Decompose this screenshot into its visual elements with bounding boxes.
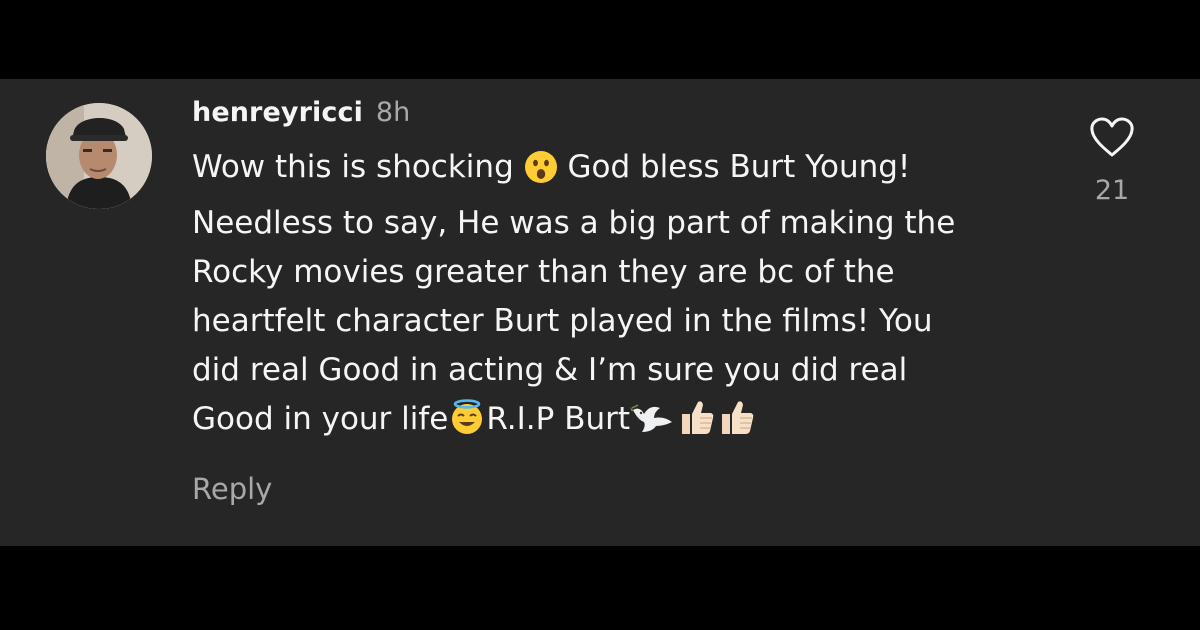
comment-text: Wow this is shocking God bless Burt Youn… — [192, 143, 1062, 451]
screenshot-frame: henreyricci 8h Wow this is shocking God … — [0, 0, 1200, 630]
comment-panel: henreyricci 8h Wow this is shocking God … — [0, 79, 1200, 546]
username[interactable]: henreyricci — [192, 97, 363, 128]
comment-meta: henreyricci 8h — [192, 97, 1072, 141]
comment-line: heartfelt character Burt played in the f… — [192, 303, 933, 339]
dove-emoji-icon — [630, 402, 676, 451]
thumbs-up-light-skin-emoji-icon — [716, 398, 756, 451]
comment-content: henreyricci 8h Wow this is shocking God … — [192, 97, 1072, 506]
comment-text-segment: R.I.P Burt — [486, 401, 631, 437]
heart-icon[interactable] — [1089, 117, 1135, 159]
like-column: 21 — [1086, 117, 1138, 206]
timestamp: 8h — [375, 97, 411, 128]
avatar[interactable] — [46, 103, 152, 209]
comment-text-segment: God bless Burt Young! — [567, 149, 911, 185]
avatar-photo-icon — [46, 103, 152, 209]
comment-text-segment: Good in your life — [192, 401, 449, 437]
comment-line: Good in your life R.I.P Burt — [192, 395, 1062, 451]
smiling-face-with-halo-emoji-icon — [448, 398, 486, 451]
thumbs-up-light-skin-emoji-icon — [676, 398, 716, 451]
comment-line: did real Good in acting & I’m sure you d… — [192, 352, 908, 388]
hushed-face-emoji-icon — [524, 150, 558, 199]
comment-text-segment: Wow this is shocking — [192, 149, 514, 185]
comment-line: Needless to say, He was a big part of ma… — [192, 205, 956, 241]
like-count: 21 — [1094, 175, 1130, 206]
reply-button[interactable]: Reply — [192, 472, 272, 506]
comment-line: Wow this is shocking God bless Burt Youn… — [192, 143, 1062, 199]
comment-line: Rocky movies greater than they are bc of… — [192, 254, 895, 290]
